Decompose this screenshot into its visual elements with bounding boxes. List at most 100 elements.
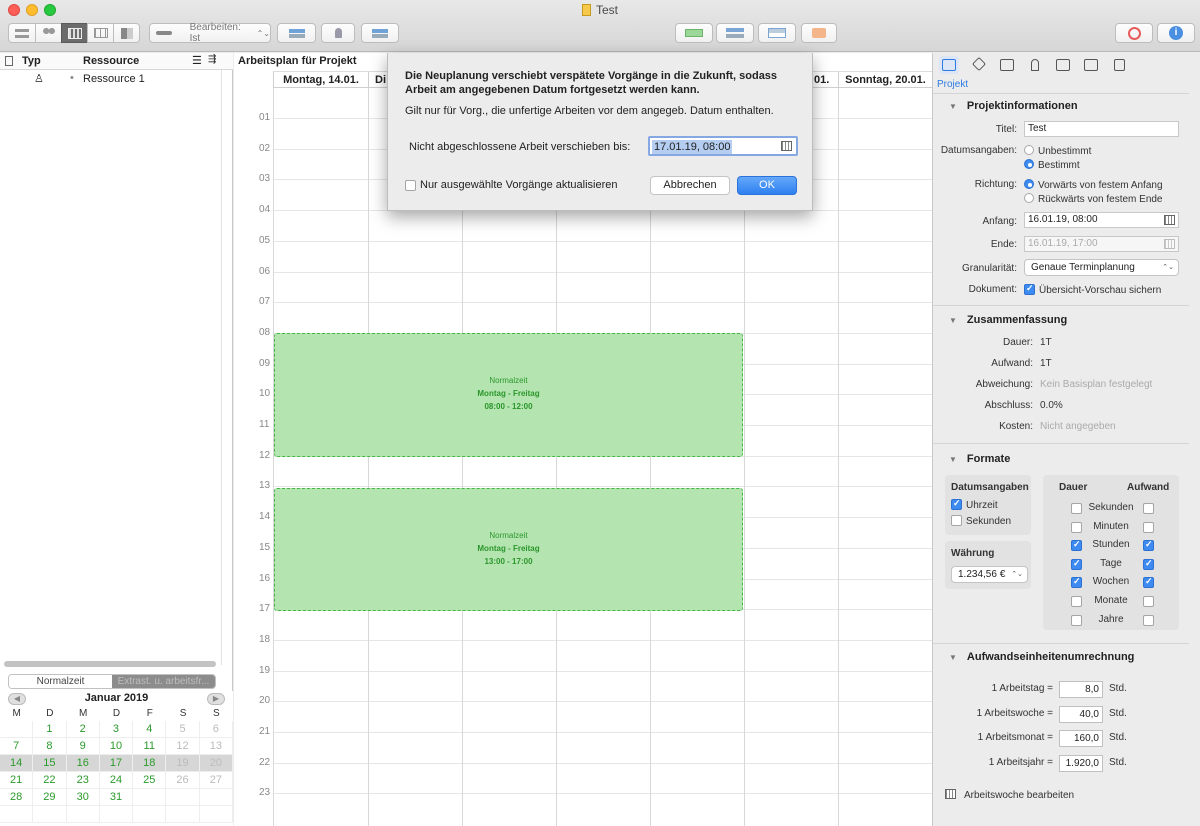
snapshot-button[interactable] xyxy=(801,23,837,43)
edit-mode-select[interactable]: Bearbeiten: Ist ⌃⌄ xyxy=(149,22,271,44)
calendar-day[interactable]: 26 xyxy=(166,772,200,789)
style-view-button[interactable] xyxy=(113,23,140,43)
radio-button[interactable] xyxy=(1024,159,1034,169)
calendar-day[interactable]: 7 xyxy=(0,738,34,755)
gantt-view-button[interactable] xyxy=(8,23,36,43)
calendar-day[interactable]: 5 xyxy=(166,721,200,738)
effort-unit-checkbox[interactable] xyxy=(1143,539,1154,552)
column-type[interactable]: Typ xyxy=(22,55,41,67)
calendar-day[interactable]: 14 xyxy=(0,755,34,772)
resource-inspector-tab[interactable] xyxy=(1025,56,1045,74)
dates-radio-undetermined[interactable]: Unbestimmt xyxy=(1024,145,1091,157)
conversion-value-field[interactable]: 1.920,0 xyxy=(1059,754,1103,772)
tab-overtime[interactable]: Extrast. u. arbeitsfr... xyxy=(112,675,215,688)
radio-button[interactable] xyxy=(1024,179,1034,189)
level-button[interactable] xyxy=(675,23,713,43)
calendar-day[interactable]: 29 xyxy=(33,789,67,806)
currency-select[interactable]: 1.234,56 € xyxy=(951,566,1028,583)
add-dependency-button[interactable] xyxy=(361,23,399,43)
save-preview-checkbox[interactable]: Übersicht-Vorschau sichern xyxy=(1024,283,1161,296)
export-inspector-tab[interactable] xyxy=(1109,56,1129,74)
section-summary[interactable]: Zusammenfassung xyxy=(949,314,1067,326)
calendar-day[interactable]: 23 xyxy=(66,772,100,789)
resource-row[interactable]: ♙ • Ressource 1 xyxy=(0,72,233,88)
calendar-icon[interactable] xyxy=(1164,215,1175,225)
section-formats[interactable]: Formate xyxy=(949,453,1010,465)
calendar-day[interactable]: 19 xyxy=(166,755,200,772)
horizontal-scrollbar[interactable] xyxy=(4,661,216,667)
column-resource[interactable]: Ressource xyxy=(83,55,139,67)
section-project-info[interactable]: Projektinformationen xyxy=(949,100,1078,112)
tab-normal-time[interactable]: Normalzeit xyxy=(9,675,112,688)
milestone-inspector-tab[interactable] xyxy=(969,56,989,74)
work-time-block[interactable]: Normalzeit Montag - Freitag 08:00 - 12:00 xyxy=(274,333,743,457)
calendar-day[interactable]: 13 xyxy=(199,738,233,755)
calendar-day[interactable]: 30 xyxy=(66,789,100,806)
calendar-day[interactable]: 18 xyxy=(133,755,167,772)
calendar-day[interactable]: 1 xyxy=(33,721,67,738)
next-month-button[interactable]: ▶ xyxy=(207,693,225,705)
calendar-day[interactable]: 24 xyxy=(99,772,134,789)
checkbox-box[interactable] xyxy=(951,498,962,510)
task-inspector-tab[interactable] xyxy=(997,56,1017,74)
calendar-day[interactable]: 11 xyxy=(133,738,167,755)
conversion-value-field[interactable]: 40,0 xyxy=(1059,705,1103,723)
baseline-button[interactable] xyxy=(758,23,796,43)
add-resource-button[interactable] xyxy=(321,23,355,43)
info-button[interactable]: i xyxy=(1157,23,1195,43)
effort-unit-checkbox[interactable] xyxy=(1143,521,1154,533)
dependency-inspector-tab[interactable] xyxy=(1053,56,1073,74)
granularity-select[interactable]: Genaue Terminplanung xyxy=(1024,259,1179,276)
checkbox-box[interactable] xyxy=(951,515,962,526)
project-title-field[interactable]: Test xyxy=(1024,121,1179,137)
connect-button[interactable] xyxy=(716,23,754,43)
calendar-day[interactable]: 6 xyxy=(199,721,233,738)
direction-radio-backward[interactable]: Rückwärts von festem Ende xyxy=(1024,193,1163,205)
calendar-day[interactable]: 4 xyxy=(133,721,167,738)
checkbox-box[interactable] xyxy=(405,179,416,191)
checkbox-box[interactable] xyxy=(1024,283,1035,295)
calendar-view-button[interactable] xyxy=(61,23,88,43)
violations-button[interactable] xyxy=(1115,23,1153,43)
calendar-day[interactable]: 9 xyxy=(66,738,100,755)
ok-button[interactable]: OK xyxy=(737,176,797,195)
direction-radio-forward[interactable]: Vorwärts von festem Anfang xyxy=(1024,179,1163,191)
time-checkbox[interactable]: Uhrzeit xyxy=(951,498,998,511)
conversion-value-field[interactable]: 8,0 xyxy=(1059,681,1103,698)
effort-unit-checkbox[interactable] xyxy=(1143,503,1154,514)
radio-button[interactable] xyxy=(1024,193,1034,203)
calendar-day[interactable]: 21 xyxy=(0,772,34,789)
effort-unit-checkbox[interactable] xyxy=(1143,576,1154,589)
calendar-icon[interactable] xyxy=(781,141,792,151)
effort-unit-checkbox[interactable] xyxy=(1143,596,1154,607)
work-time-block[interactable]: Normalzeit Montag - Freitag 13:00 - 17:00 xyxy=(274,488,743,611)
edit-workweek-button[interactable]: Arbeitswoche bearbeiten xyxy=(945,789,1074,801)
conversion-value-field[interactable]: 160,0 xyxy=(1059,730,1103,747)
add-task-button[interactable] xyxy=(277,23,316,43)
calendar-day[interactable]: 8 xyxy=(33,738,67,755)
effort-unit-checkbox[interactable] xyxy=(1143,614,1154,626)
calendar-day[interactable]: 16 xyxy=(66,755,100,772)
calendar-day[interactable]: 27 xyxy=(199,772,233,789)
calendar-day[interactable]: 20 xyxy=(199,755,233,772)
start-date-field[interactable]: 16.01.19, 08:00 xyxy=(1024,212,1179,228)
calendar-day[interactable]: 12 xyxy=(166,738,200,755)
dates-radio-determined[interactable]: Bestimmt xyxy=(1024,159,1080,171)
effort-unit-checkbox[interactable] xyxy=(1143,558,1154,570)
calendar-day[interactable]: 2 xyxy=(66,721,100,738)
resource-view-button[interactable] xyxy=(35,23,62,43)
calendar-day[interactable]: 15 xyxy=(33,755,67,772)
calendar-day[interactable]: 31 xyxy=(99,789,134,806)
table-inspector-tab[interactable] xyxy=(1081,56,1101,74)
calendar-day[interactable]: 22 xyxy=(33,772,67,789)
filter-icon[interactable]: ☰ xyxy=(192,54,202,67)
section-effort-conversion[interactable]: Aufwandseinheitenumrechnung xyxy=(949,651,1134,663)
calendar-day[interactable]: 28 xyxy=(0,789,34,806)
reschedule-date-field[interactable]: 17.01.19, 08:00 xyxy=(648,136,798,156)
calendar-day[interactable]: 17 xyxy=(99,755,134,772)
only-selected-checkbox[interactable]: Nur ausgewählte Vorgänge aktualisieren xyxy=(405,179,618,191)
calendar-day[interactable]: 3 xyxy=(99,721,134,738)
calendar-day[interactable]: 25 xyxy=(133,772,167,789)
seconds-checkbox[interactable]: Sekunden xyxy=(951,515,1011,527)
cancel-button[interactable]: Abbrechen xyxy=(650,176,730,195)
